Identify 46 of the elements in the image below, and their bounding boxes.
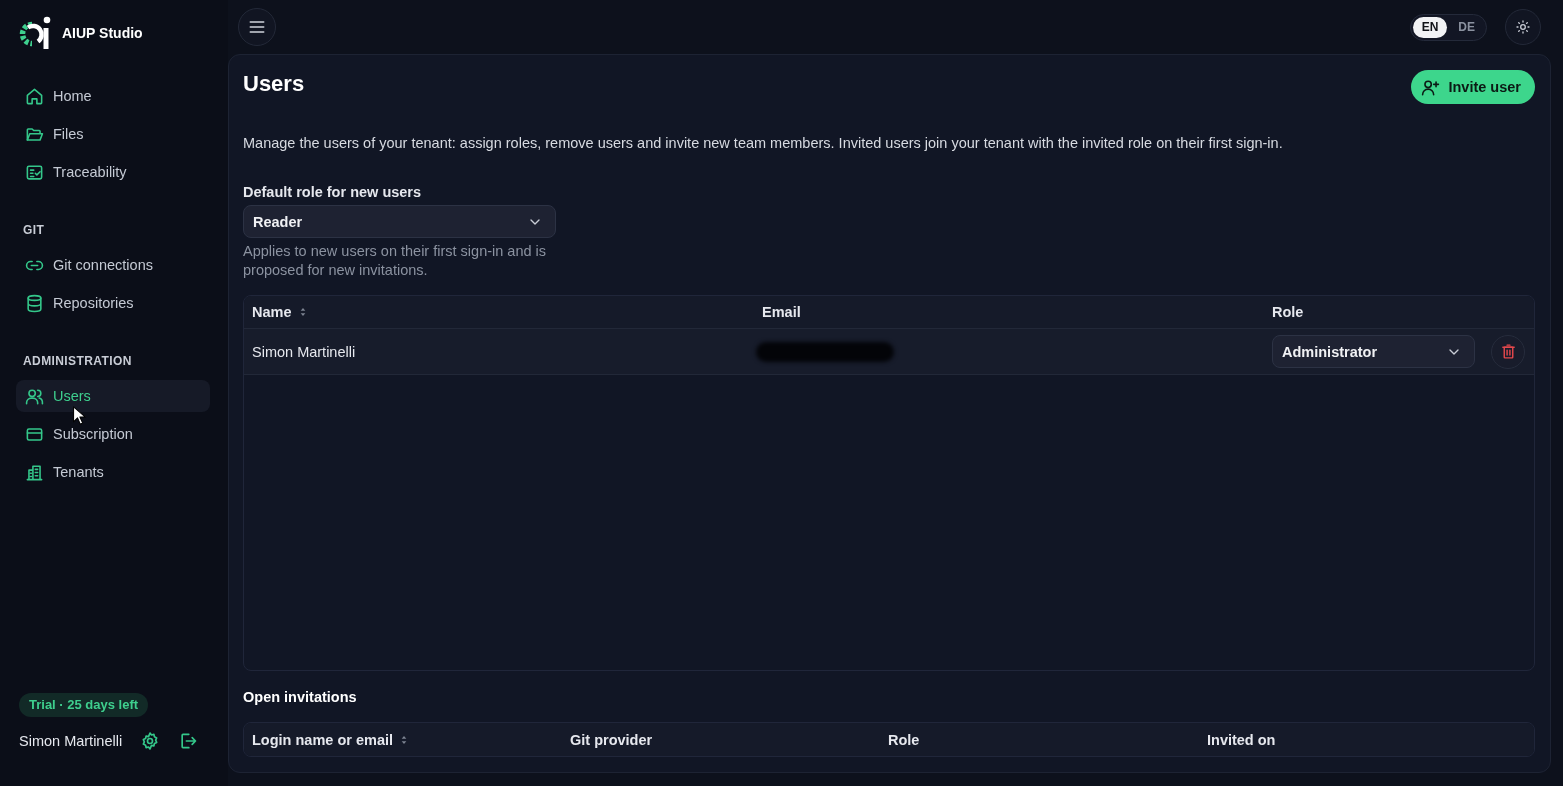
language-toggle[interactable]: EN DE bbox=[1409, 13, 1487, 41]
user-name: Simon Martinelli bbox=[19, 733, 123, 749]
default-role-select[interactable]: Reader bbox=[243, 205, 556, 238]
nav-item[interactable]: Traceability bbox=[16, 156, 210, 188]
users-icon bbox=[25, 386, 44, 406]
nav-item[interactable]: Repositories bbox=[16, 287, 210, 319]
section-heading: ADMINISTRATION bbox=[22, 353, 133, 369]
logout-icon bbox=[178, 731, 199, 751]
column-header: Role bbox=[888, 730, 920, 749]
menu-button[interactable] bbox=[238, 8, 276, 46]
language-option[interactable]: DE bbox=[1449, 16, 1484, 38]
section-heading: Open invitations bbox=[243, 688, 358, 707]
checklist-icon bbox=[25, 162, 44, 182]
field-label: Default role for new users bbox=[243, 183, 423, 202]
nav-item[interactable]: Tenants bbox=[16, 456, 210, 488]
building-icon bbox=[25, 462, 44, 482]
page-description: Manage the users of your tenant: assign roles, remove users and invite new team members. Invited users join your tenant with the invited role on their first sign-in. bbox=[243, 134, 1284, 153]
delete-button[interactable] bbox=[1491, 334, 1525, 369]
nav-item[interactable]: Home bbox=[16, 80, 210, 112]
page-title: Users bbox=[243, 71, 305, 97]
language-option[interactable]: EN bbox=[1412, 16, 1448, 38]
theme-toggle-button[interactable] bbox=[1505, 9, 1541, 45]
column-header: Email bbox=[762, 303, 801, 321]
logout-button[interactable] bbox=[178, 731, 199, 751]
trash-icon bbox=[1499, 343, 1517, 360]
column-header: Invited on bbox=[1207, 730, 1276, 749]
mouse-pointer-icon bbox=[72, 405, 87, 426]
table-cell: Simon Martinelli bbox=[252, 343, 356, 360]
nav-item[interactable]: Git connections bbox=[16, 249, 210, 281]
role-select[interactable]: Administrator bbox=[1272, 335, 1475, 368]
brand-name: AIUP Studio bbox=[62, 25, 143, 41]
database-icon bbox=[25, 293, 44, 313]
section-heading: GIT bbox=[22, 222, 46, 238]
user-plus-icon bbox=[1421, 77, 1441, 97]
column-header: Role bbox=[1272, 303, 1304, 321]
trial-badge: Trial · 25 days left bbox=[19, 693, 149, 717]
column-header: Git provider bbox=[570, 730, 653, 749]
column-header[interactable]: Login name or email bbox=[252, 730, 411, 749]
nav-item[interactable]: Subscription bbox=[16, 418, 210, 450]
invite-user-button[interactable]: Invite user bbox=[1411, 70, 1535, 104]
nav-item[interactable]: Users bbox=[16, 380, 210, 412]
nav-item[interactable]: Files bbox=[16, 118, 210, 150]
helper-text: Applies to new users on their first sign-in and is proposed for new invitations. bbox=[243, 242, 548, 280]
column-header[interactable]: Name bbox=[252, 303, 310, 321]
home-icon bbox=[25, 86, 44, 106]
sun-icon bbox=[1515, 19, 1531, 35]
